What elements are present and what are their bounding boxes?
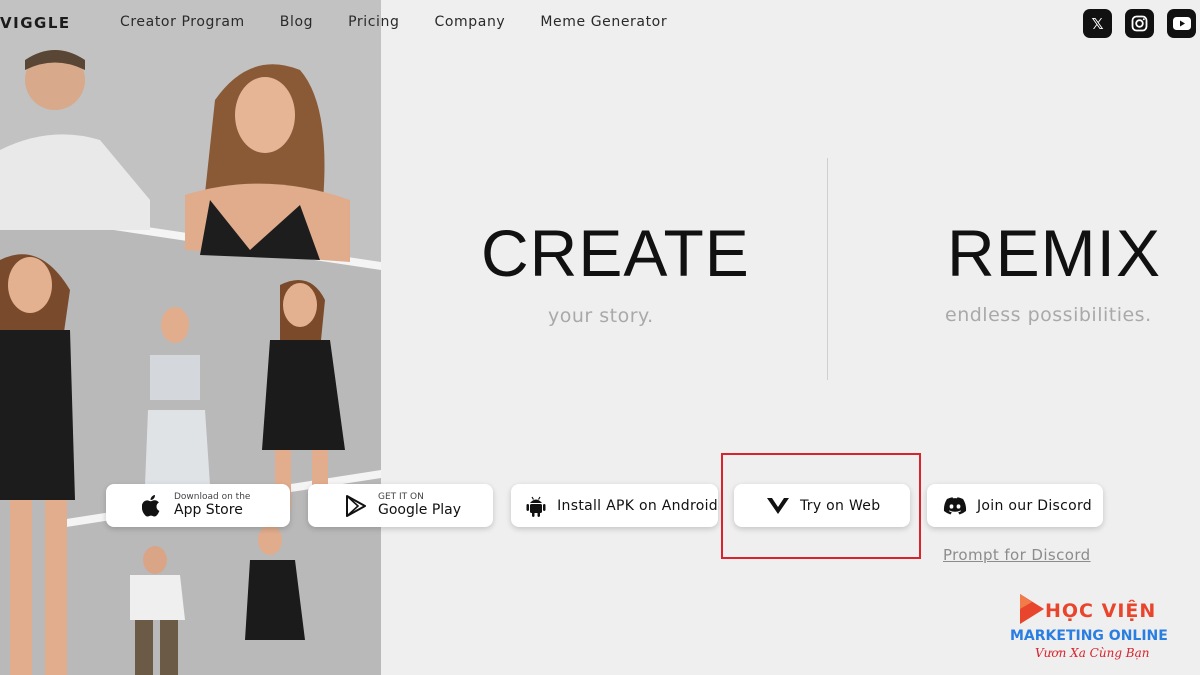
collage-image: [0, 0, 381, 675]
nav-blog[interactable]: Blog: [280, 14, 313, 30]
discord-icon: [943, 494, 967, 518]
hero-collage: [0, 0, 381, 675]
hero-divider: [827, 158, 828, 380]
x-icon[interactable]: 𝕏: [1083, 9, 1112, 38]
instagram-icon[interactable]: [1125, 9, 1154, 38]
app-store-button[interactable]: Download on the App Store: [106, 484, 290, 527]
hocvien-logo-icon: [1020, 594, 1044, 624]
prompt-for-discord-link[interactable]: Prompt for Discord: [943, 546, 1091, 564]
app-store-label: App Store: [174, 501, 243, 518]
main-nav: Creator Program Blog Pricing Company Mem…: [120, 14, 702, 30]
install-apk-button[interactable]: Install APK on Android: [511, 484, 718, 527]
google-play-icon: [344, 494, 368, 518]
hero-create-title: CREATE: [481, 216, 750, 290]
try-on-web-label: Try on Web: [800, 497, 881, 514]
viggle-logo[interactable]: VIGGLE: [0, 14, 71, 32]
try-on-web-button[interactable]: Try on Web: [734, 484, 910, 527]
join-discord-button[interactable]: Join our Discord: [927, 484, 1103, 527]
hero-remix-subtitle: endless possibilities.: [945, 304, 1152, 326]
hero-remix-title: REMIX: [947, 216, 1162, 290]
nav-pricing[interactable]: Pricing: [348, 14, 399, 30]
social-links: 𝕏: [1083, 9, 1196, 38]
google-play-label: Google Play: [378, 501, 462, 518]
watermark-line2: MARKETING ONLINE: [1010, 628, 1168, 644]
join-discord-label: Join our Discord: [977, 497, 1092, 514]
watermark-line3: Vươn Xa Cùng Bạn: [1035, 646, 1150, 660]
hocvien-watermark: HỌC VIỆN MARKETING ONLINE Vươn Xa Cùng B…: [1010, 590, 1190, 665]
install-apk-label: Install APK on Android: [557, 497, 718, 514]
apple-icon: [140, 494, 164, 518]
android-icon: [525, 494, 547, 518]
nav-creator-program[interactable]: Creator Program: [120, 14, 245, 30]
viggle-v-icon: [766, 494, 790, 518]
youtube-icon[interactable]: [1167, 9, 1196, 38]
hero-create-subtitle: your story.: [548, 305, 654, 327]
nav-company[interactable]: Company: [435, 14, 506, 30]
nav-meme-generator[interactable]: Meme Generator: [540, 14, 667, 30]
watermark-line1: HỌC VIỆN: [1045, 600, 1157, 622]
google-play-button[interactable]: GET IT ON Google Play: [308, 484, 493, 527]
